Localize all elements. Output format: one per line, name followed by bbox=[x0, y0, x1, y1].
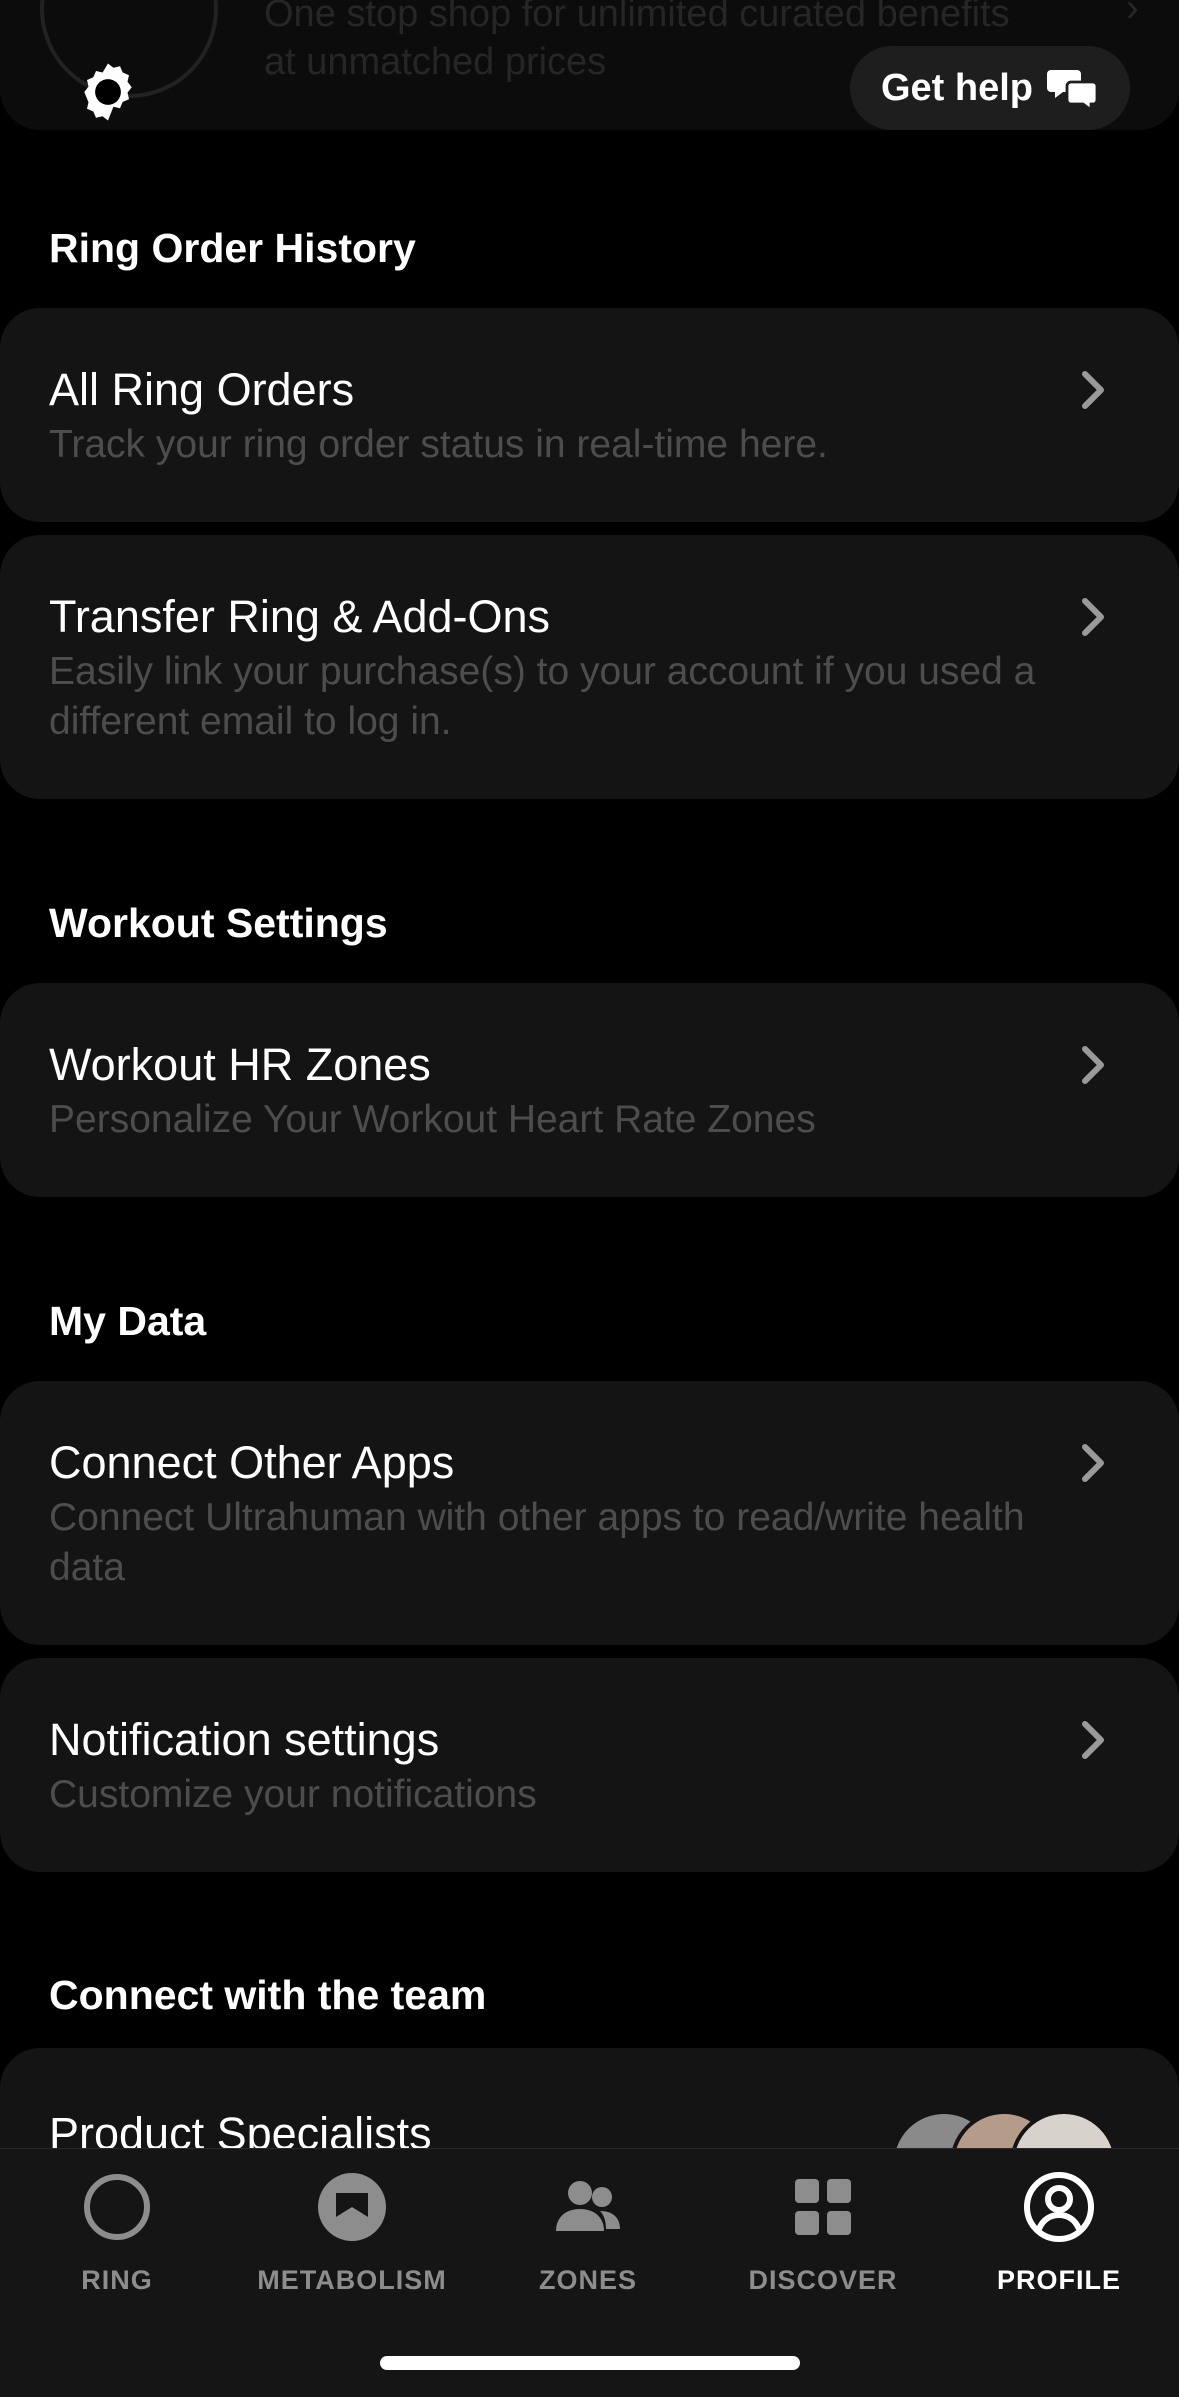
zones-icon bbox=[556, 2181, 620, 2231]
tab-ring[interactable]: RING bbox=[17, 2171, 217, 2296]
metabolism-icon bbox=[318, 2173, 386, 2241]
section-title-my-data: My Data bbox=[49, 1298, 207, 1344]
ring-icon bbox=[84, 2174, 150, 2240]
tab-label: PROFILE bbox=[996, 2265, 1121, 2295]
tab-label: RING bbox=[81, 2265, 153, 2295]
list-item-notification-settings[interactable]: Notification settings Customize your not… bbox=[0, 1658, 1179, 1872]
item-title: All Ring Orders bbox=[49, 364, 355, 415]
tab-zones[interactable]: ZONES bbox=[488, 2171, 688, 2296]
item-subtitle: Connect Ultrahuman with other apps to re… bbox=[49, 1496, 1025, 1589]
chevron-right-icon bbox=[1082, 1721, 1104, 1759]
item-title: Notification settings bbox=[49, 1714, 440, 1765]
profile-icon bbox=[1024, 2172, 1094, 2242]
section-title-workout: Workout Settings bbox=[49, 900, 388, 946]
section-title-ring-orders: Ring Order History bbox=[49, 225, 416, 271]
list-item-transfer-ring[interactable]: Transfer Ring & Add-Ons Easily link your… bbox=[0, 535, 1179, 799]
chevron-right-icon bbox=[1082, 371, 1104, 409]
item-title: Connect Other Apps bbox=[49, 1437, 455, 1488]
tab-label: ZONES bbox=[538, 2265, 637, 2295]
list-item-all-ring-orders[interactable]: All Ring Orders Track your ring order st… bbox=[0, 308, 1179, 522]
tab-metabolism[interactable]: METABOLISM bbox=[252, 2171, 452, 2296]
grid-icon bbox=[795, 2179, 851, 2235]
item-subtitle: Track your ring order status in real-tim… bbox=[49, 423, 828, 466]
tab-profile[interactable]: PROFILE bbox=[959, 2171, 1159, 2296]
chevron-right-icon bbox=[1082, 1444, 1104, 1482]
gear-icon bbox=[84, 63, 132, 121]
list-item-connect-other-apps[interactable]: Connect Other Apps Connect Ultrahuman wi… bbox=[0, 1381, 1179, 1645]
get-help-button[interactable]: Get help bbox=[850, 46, 1130, 130]
settings-button[interactable] bbox=[72, 56, 144, 128]
chevron-right-icon bbox=[1082, 598, 1104, 636]
tab-label: METABOLISM bbox=[257, 2265, 447, 2295]
item-subtitle: Customize your notifications bbox=[49, 1773, 537, 1816]
chat-bubbles-icon bbox=[1047, 70, 1099, 112]
item-title: Workout HR Zones bbox=[49, 1039, 431, 1090]
item-subtitle: Easily link your purchase(s) to your acc… bbox=[49, 650, 1036, 743]
tab-label: DISCOVER bbox=[748, 2265, 898, 2295]
get-help-label: Get help bbox=[880, 66, 1034, 109]
home-indicator[interactable] bbox=[380, 2356, 800, 2370]
list-item-workout-hr-zones[interactable]: Workout HR Zones Personalize Your Workou… bbox=[0, 983, 1179, 1197]
item-title: Transfer Ring & Add-Ons bbox=[49, 591, 551, 642]
tab-discover[interactable]: DISCOVER bbox=[723, 2171, 923, 2296]
section-title-team: Connect with the team bbox=[49, 1972, 487, 2018]
item-subtitle: Personalize Your Workout Heart Rate Zone… bbox=[49, 1098, 816, 1141]
chevron-right-icon: › bbox=[1125, 0, 1139, 30]
chevron-right-icon bbox=[1082, 1046, 1104, 1084]
